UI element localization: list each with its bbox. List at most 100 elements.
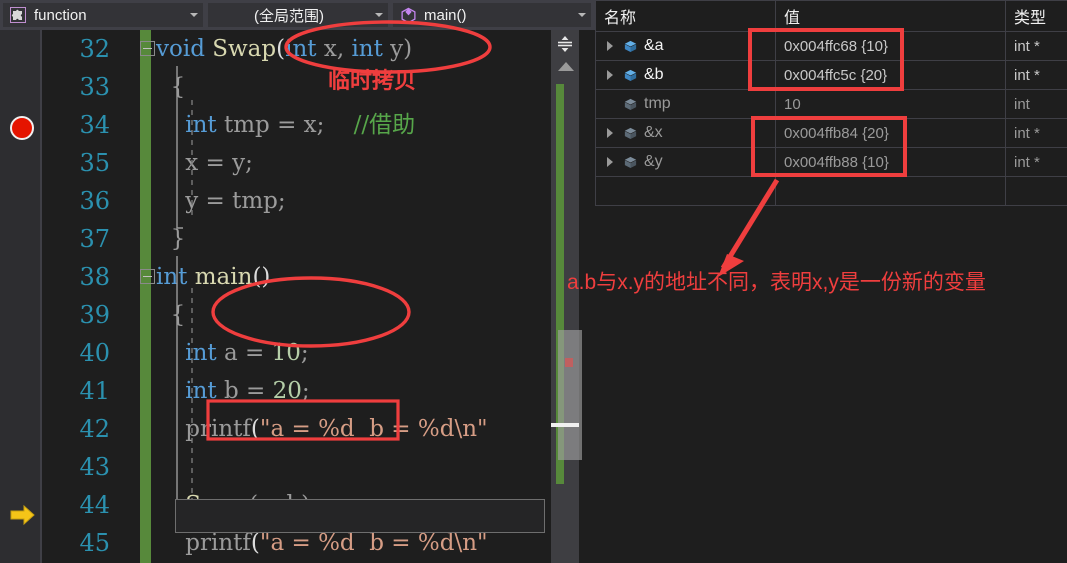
watch-variable-name: tmp [644, 95, 671, 112]
collapse-icon[interactable] [140, 269, 155, 284]
line-number: 37 [79, 225, 110, 253]
code-line[interactable]: 41 int b = 20; [42, 372, 595, 410]
annotation-temp-copy: 临时拷贝 [328, 68, 417, 93]
watch-cell-value[interactable] [775, 176, 1006, 206]
code-line[interactable]: 40 int a = 10; [42, 334, 595, 372]
code-text: int b = 20; [185, 378, 310, 404]
scope-combo-member[interactable]: main() [392, 2, 592, 28]
watch-header-value[interactable]: 值 [775, 0, 1006, 32]
expand-triangle-icon[interactable] [604, 128, 616, 138]
watch-header-name[interactable]: 名称 [595, 0, 776, 32]
watch-row[interactable]: &x 0x004ffb84 {20} int * [595, 118, 1067, 148]
collapse-icon[interactable] [140, 41, 155, 56]
watch-cell-name[interactable] [595, 176, 776, 206]
line-number: 32 [79, 35, 110, 63]
code-line[interactable]: 34 int tmp = x; //借助 [42, 106, 595, 144]
watch-cell-name[interactable]: &y [595, 147, 776, 177]
scope-combo-member-label: main() [424, 6, 467, 24]
cube-icon [397, 7, 419, 24]
watch-table: 名称 值 类型 &a 0x004ffc68 {10} int * &b 0x004ffc… [595, 0, 1067, 206]
code-line[interactable]: 39 { [42, 296, 595, 334]
watch-variable-name: &a [644, 37, 664, 54]
watch-header-row: 名称 值 类型 [595, 0, 1067, 32]
change-marker [140, 182, 151, 220]
scrollbar-caret-mark [551, 423, 579, 427]
annotation-address-note: a.b与x.y的地址不同，表明x,y是一份新的变量 [567, 271, 986, 294]
watch-row[interactable]: &a 0x004ffc68 {10} int * [595, 31, 1067, 61]
breakpoint-gutter[interactable] [0, 30, 40, 563]
line-number: 40 [79, 339, 110, 367]
code-line[interactable]: 33 { [42, 68, 595, 106]
line-number: 39 [79, 301, 110, 329]
watch-row[interactable] [595, 176, 1067, 206]
watch-row[interactable]: &y 0x004ffb88 {10} int * [595, 147, 1067, 177]
watch-cell-value[interactable]: 10 [775, 89, 1006, 119]
code-line[interactable]: 38 int main() [42, 258, 595, 296]
line-number: 44 [79, 491, 110, 519]
change-marker [140, 68, 151, 106]
change-marker [140, 486, 151, 524]
scope-combo-global-label: (全局范围) [254, 7, 324, 25]
code-text: int a = 10; [185, 340, 309, 366]
expand-triangle-icon[interactable] [604, 157, 616, 167]
watch-header-type[interactable]: 类型 [1005, 0, 1067, 32]
watch-variable-name: &x [644, 124, 663, 141]
watch-row[interactable]: &b 0x004ffc5c {20} int * [595, 60, 1067, 90]
variable-cube-icon [621, 126, 639, 141]
change-marker [140, 334, 151, 372]
code-line[interactable]: 42 printf("a = %d b = %d\n" [42, 410, 595, 448]
watch-type-text: int * [1014, 37, 1040, 55]
watch-type-text: int * [1014, 66, 1040, 84]
expand-triangle-icon[interactable] [604, 41, 616, 51]
watch-cell-value[interactable]: 0x004ffb88 {10} [775, 147, 1006, 177]
scope-combo-global[interactable]: (全局范围) [207, 2, 389, 28]
code-text: int main() [140, 258, 270, 296]
variable-cube-icon [621, 68, 639, 83]
code-line[interactable]: 32 void Swap(int x, int y) [42, 30, 595, 68]
code-line[interactable]: 37 } [42, 220, 595, 258]
code-text: printf("a = %d b = %d\n" [185, 416, 488, 442]
watch-cell-name[interactable]: tmp [595, 89, 776, 119]
code-line[interactable]: 36 y = tmp; [42, 182, 595, 220]
watch-row[interactable]: tmp 10 int [595, 89, 1067, 119]
watch-cell-value[interactable]: 0x004ffc5c {20} [775, 60, 1006, 90]
watch-cell-name[interactable]: &x [595, 118, 776, 148]
watch-cell-value[interactable]: 0x004ffb84 {20} [775, 118, 1006, 148]
breakpoint-indicator[interactable] [10, 116, 34, 140]
editor-navigation-bar: function (全局范围) main() [0, 0, 595, 30]
scroll-up-arrow-icon[interactable] [558, 62, 574, 71]
line-number: 36 [79, 187, 110, 215]
variable-cube-icon [621, 39, 639, 54]
change-marker [140, 296, 151, 334]
watch-type-text: int [1014, 95, 1030, 113]
line-number: 45 [79, 529, 110, 557]
line-number: 33 [79, 73, 110, 101]
chevron-down-icon[interactable] [185, 13, 203, 17]
line-number: 41 [79, 377, 110, 405]
code-editor[interactable]: 32 void Swap(int x, int y) 33 {34 int tmp … [0, 30, 595, 563]
split-view-button[interactable] [551, 30, 579, 58]
code-line[interactable]: 35 x = y; [42, 144, 595, 182]
expand-triangle-icon[interactable] [604, 70, 616, 80]
change-marker [140, 220, 151, 258]
code-text: x = y; [156, 150, 253, 176]
watch-cell-name[interactable]: &a [595, 31, 776, 61]
watch-variable-name: &b [644, 66, 664, 83]
scope-combo-function[interactable]: function [2, 2, 204, 28]
change-marker [140, 524, 151, 562]
variable-cube-icon [621, 97, 639, 112]
watch-cell-value[interactable]: 0x004ffc68 {10} [775, 31, 1006, 61]
scrollbar-thumb[interactable] [558, 330, 582, 460]
code-lines[interactable]: 32 void Swap(int x, int y) 33 {34 int tmp … [42, 30, 595, 563]
watch-cell-type: int * [1005, 118, 1067, 148]
change-marker [140, 144, 151, 182]
chevron-down-icon[interactable] [370, 13, 388, 17]
scrollbar-error-mark [565, 358, 573, 367]
chevron-down-icon[interactable] [573, 13, 591, 17]
watch-rows[interactable]: &a 0x004ffc68 {10} int * &b 0x004ffc5c {20} i… [595, 31, 1067, 206]
execution-pointer-icon [10, 504, 36, 526]
watch-type-text: int * [1014, 153, 1040, 171]
watch-cell-name[interactable]: &b [595, 60, 776, 90]
code-line[interactable]: 43 [42, 448, 595, 486]
code-text: } [156, 226, 186, 252]
